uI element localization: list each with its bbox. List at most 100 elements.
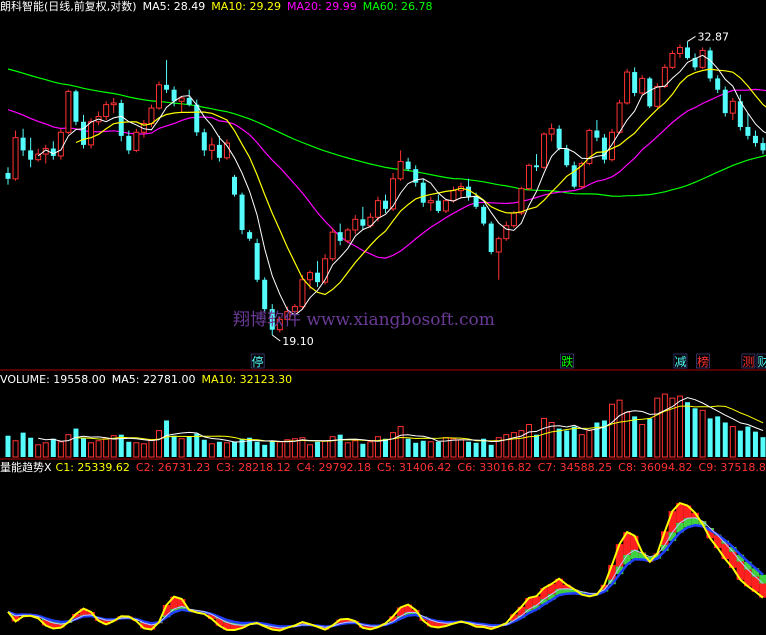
- candle-body-down: [239, 194, 245, 230]
- volume-bar-up: [103, 438, 110, 458]
- volume-bar-down: [262, 444, 268, 457]
- volume-bar-down: [481, 438, 487, 457]
- candle-body-down: [564, 148, 570, 166]
- candle-body-down: [534, 165, 539, 168]
- volume-bar-up: [208, 443, 215, 458]
- candle-body-down: [752, 135, 758, 144]
- low-label: 19.10: [282, 335, 314, 348]
- candle-body-down: [405, 161, 411, 170]
- volume-bar-down: [232, 441, 237, 457]
- volume-bar-down: [360, 443, 366, 457]
- energy-legend-title: 量能趋势X: [0, 461, 52, 474]
- volume-bar-up: [148, 439, 155, 458]
- candle-body-up: [495, 238, 502, 253]
- volume-bar-up: [578, 434, 585, 458]
- candle-body-down: [216, 144, 222, 158]
- volume-bar-down: [564, 430, 570, 457]
- volume-legend-ma5: MA5: 22781.00: [111, 373, 196, 386]
- volume-bar-up: [548, 421, 555, 458]
- candle-body-up: [322, 258, 329, 283]
- candle-body-up: [57, 131, 64, 157]
- volume-bar-up: [450, 438, 457, 458]
- energy-line-fast: [7, 501, 764, 632]
- candle-body-up: [525, 164, 532, 190]
- candle-body-up: [110, 102, 117, 106]
- energy-legend-c2: C2: 26731.23: [135, 461, 211, 474]
- candle-body-down: [556, 128, 562, 149]
- candle-body-down: [745, 126, 751, 136]
- volume-bar-down: [737, 430, 743, 457]
- volume-bar-down: [194, 433, 200, 457]
- volume-bar-up: [374, 436, 381, 458]
- volume-bar-up: [541, 417, 548, 458]
- volume-bar-up: [284, 439, 291, 458]
- volume-bar-down: [413, 442, 419, 457]
- volume-bar-down: [201, 439, 207, 457]
- energy-legend-c7: C7: 34588.25: [537, 461, 613, 474]
- candle-body-down: [118, 102, 124, 136]
- candle-body-up: [518, 188, 525, 214]
- volume-bar-up: [624, 411, 631, 458]
- event-tag-text: 测: [742, 355, 754, 369]
- candle-body-down: [201, 132, 207, 151]
- volume-bar-up: [307, 444, 313, 458]
- volume-bar-down: [715, 416, 721, 457]
- candle-body-up: [541, 133, 548, 168]
- candle-body-down: [81, 121, 86, 145]
- volume-legend-ma10: MA10: 32123.30: [201, 373, 293, 386]
- main-legend-ma10: MA10: 29.29: [211, 0, 282, 13]
- volume-legend-title: VOLUME: 19558.00: [0, 373, 106, 386]
- volume-bar-up: [458, 439, 464, 458]
- candle-body-up: [548, 128, 555, 135]
- candle-body-down: [186, 97, 192, 105]
- main-legend-ma5: MA5: 28.49: [142, 0, 206, 13]
- volume-bar-down: [164, 420, 170, 457]
- volume-bar-down: [420, 440, 426, 457]
- volume-bar-down: [20, 432, 26, 457]
- volume-bar-down: [722, 422, 728, 457]
- volume-bar-up: [510, 432, 517, 458]
- volume-bar-down: [556, 428, 562, 457]
- volume-bar-down: [383, 438, 388, 457]
- candle-body-up: [676, 46, 683, 54]
- energy-legend-c4: C4: 29792.18: [296, 461, 372, 474]
- volume-bar-up: [156, 430, 162, 458]
- candle-body-down: [254, 243, 260, 280]
- candle-body-down: [760, 143, 766, 151]
- volume-bar-up: [397, 426, 404, 458]
- candle-body-up: [442, 200, 449, 212]
- volume-bar-up: [427, 441, 434, 458]
- volume-bar-down: [81, 437, 86, 457]
- volume-bar-up: [367, 441, 374, 458]
- candle-body-down: [262, 279, 268, 310]
- candle-body-up: [329, 231, 336, 260]
- candle-body-down: [435, 200, 441, 211]
- candle-body-up: [12, 137, 19, 180]
- candle-body-up: [609, 131, 615, 161]
- event-tag-text: 财: [758, 355, 766, 369]
- candle-body-up: [299, 279, 306, 308]
- watermark: 翔博软件 www.xiangbosoft.com: [233, 310, 495, 330]
- candle-body-down: [360, 219, 366, 226]
- volume-bar-up: [65, 434, 72, 458]
- candle-body-down: [420, 182, 426, 203]
- candle-body-down: [647, 78, 653, 107]
- volume-bar-down: [534, 434, 539, 457]
- volume-bar-down: [216, 441, 222, 457]
- volume-bar-down: [571, 426, 577, 457]
- volume-bar-down: [632, 416, 638, 457]
- energy-legend-c9: C9: 37518.85: [698, 461, 766, 474]
- event-tag-text: 减: [674, 355, 686, 369]
- candle-body-up: [729, 100, 736, 114]
- energy-line-mid: [7, 517, 764, 629]
- volume-bar-up: [322, 440, 329, 458]
- candle-body-up: [639, 77, 646, 94]
- candle-body-down: [126, 135, 132, 151]
- volume-bar-down: [488, 444, 494, 457]
- volume-bar-up: [133, 442, 140, 458]
- candle-body-down: [571, 165, 577, 187]
- low-marker-line: [271, 334, 281, 342]
- volume-bar-down: [647, 418, 653, 457]
- candle-body-down: [473, 196, 479, 207]
- candle-body-down: [737, 101, 743, 127]
